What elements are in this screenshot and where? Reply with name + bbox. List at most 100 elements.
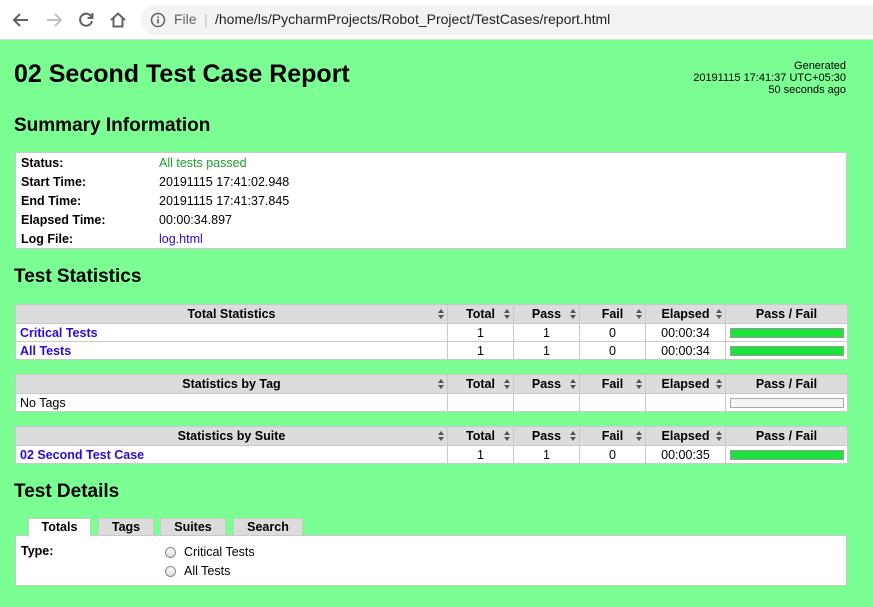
url-separator: | xyxy=(204,11,208,27)
generated-label: Generated xyxy=(794,60,846,72)
pass-fail-cell xyxy=(725,323,848,342)
column-label: Elapsed xyxy=(661,377,710,391)
sort-icon xyxy=(716,379,722,389)
column-label: Pass / Fail xyxy=(755,307,818,321)
tag-statistics-header[interactable]: Statistics by Tag xyxy=(15,374,448,394)
fail-column-header[interactable]: Fail xyxy=(579,374,646,394)
browser-toolbar: File | /home/ls/PycharmProjects/Robot_Pr… xyxy=(0,0,873,40)
arrow-left-icon xyxy=(12,13,28,27)
end-time-label: End Time: xyxy=(21,194,82,208)
info-icon[interactable] xyxy=(150,12,166,28)
table-row: All Tests 1 1 0 00:00:34 xyxy=(15,341,848,360)
fail-cell xyxy=(579,393,646,412)
all-tests-link[interactable]: All Tests xyxy=(20,344,71,358)
column-label: Elapsed xyxy=(661,429,710,443)
sort-icon xyxy=(570,431,576,441)
pass-fail-cell xyxy=(725,393,848,412)
generated-info: Generated 20191115 17:41:37 UTC+05:30 50… xyxy=(693,60,846,96)
column-label: Statistics by Suite xyxy=(177,429,286,443)
column-label: Fail xyxy=(601,429,624,443)
column-label: Fail xyxy=(601,307,624,321)
log-file-label: Log File: xyxy=(21,232,74,246)
all-tests-option[interactable]: All Tests xyxy=(165,564,230,578)
column-label: Elapsed xyxy=(661,307,710,321)
type-label: Type: xyxy=(21,544,54,558)
elapsed-column-header[interactable]: Elapsed xyxy=(645,304,726,324)
generated-ago: 50 seconds ago xyxy=(768,84,846,96)
elapsed-cell: 00:00:35 xyxy=(645,445,726,464)
elapsed-cell: 00:00:34 xyxy=(645,323,726,342)
column-label: Total xyxy=(466,307,495,321)
table-row: Critical Tests 1 1 0 00:00:34 xyxy=(15,323,848,342)
column-label: Pass xyxy=(531,377,562,391)
all-tests-radio[interactable] xyxy=(165,565,176,577)
total-cell: 1 xyxy=(447,323,514,342)
stat-name-cell: Critical Tests xyxy=(15,323,448,342)
end-time-value: 20191115 17:41:37.845 xyxy=(159,194,290,208)
fail-column-header[interactable]: Fail xyxy=(579,426,646,446)
pass-bar-fill xyxy=(730,450,843,459)
forward-button[interactable] xyxy=(42,8,66,32)
elapsed-column-header[interactable]: Elapsed xyxy=(645,374,726,394)
url-text[interactable]: /home/ls/PycharmProjects/Robot_Project/T… xyxy=(215,11,610,27)
tab-suites[interactable]: Suites xyxy=(160,518,226,536)
back-button[interactable] xyxy=(9,8,33,32)
pass-column-header[interactable]: Pass xyxy=(513,374,580,394)
total-statistics-table: Total Statistics Total Pass Fail Elapsed… xyxy=(15,304,848,360)
sort-icon xyxy=(570,379,576,389)
pass-cell: 1 xyxy=(513,341,580,360)
critical-tests-radio[interactable] xyxy=(165,546,176,558)
address-bar[interactable]: File | /home/ls/PycharmProjects/Robot_Pr… xyxy=(141,5,873,35)
sort-icon xyxy=(716,431,722,441)
total-column-header[interactable]: Total xyxy=(447,374,514,394)
sort-icon xyxy=(636,309,642,319)
url-scheme-label: File xyxy=(174,11,197,27)
critical-tests-link[interactable]: Critical Tests xyxy=(20,326,98,340)
column-label: Pass / Fail xyxy=(755,377,818,391)
total-cell xyxy=(447,393,514,412)
fail-column-header[interactable]: Fail xyxy=(579,304,646,324)
stat-name-cell: 02 Second Test Case xyxy=(15,445,448,464)
suite-statistics-header[interactable]: Statistics by Suite xyxy=(15,426,448,446)
elapsed-cell xyxy=(645,393,726,412)
suite-link[interactable]: 02 Second Test Case xyxy=(20,448,144,462)
home-icon xyxy=(110,12,126,28)
pass-fail-cell xyxy=(725,445,848,464)
elapsed-column-header[interactable]: Elapsed xyxy=(645,426,726,446)
total-column-header[interactable]: Total xyxy=(447,426,514,446)
column-label: Pass xyxy=(531,429,562,443)
pass-fail-bar xyxy=(729,327,844,338)
table-header-row: Statistics by Suite Total Pass Fail Elap… xyxy=(15,426,848,446)
home-button[interactable] xyxy=(106,8,130,32)
pass-column-header[interactable]: Pass xyxy=(513,426,580,446)
tag-statistics-table: Statistics by Tag Total Pass Fail Elapse… xyxy=(15,374,848,412)
pass-column-header[interactable]: Pass xyxy=(513,304,580,324)
tab-search[interactable]: Search xyxy=(233,518,303,536)
total-column-header[interactable]: Total xyxy=(447,304,514,324)
total-cell: 1 xyxy=(447,445,514,464)
empty-pass-fail-bar xyxy=(729,397,844,408)
details-heading: Test Details xyxy=(14,481,120,502)
sort-icon xyxy=(438,379,444,389)
generated-time: 20191115 17:41:37 UTC+05:30 xyxy=(693,72,846,84)
fail-cell: 0 xyxy=(579,323,646,342)
pass-cell: 1 xyxy=(513,323,580,342)
statistics-heading: Test Statistics xyxy=(14,266,142,287)
column-label: Fail xyxy=(601,377,624,391)
arrow-right-icon xyxy=(47,13,63,27)
no-tags-cell: No Tags xyxy=(15,393,448,412)
pass-bar-fill xyxy=(730,346,843,355)
stat-name-cell: All Tests xyxy=(15,341,448,360)
column-label: Total xyxy=(466,429,495,443)
tab-tags[interactable]: Tags xyxy=(98,518,154,536)
total-statistics-header[interactable]: Total Statistics xyxy=(15,304,448,324)
log-file-link[interactable]: log.html xyxy=(159,232,203,246)
status-value: All tests passed xyxy=(159,156,247,170)
reload-button[interactable] xyxy=(74,8,98,32)
total-cell: 1 xyxy=(447,341,514,360)
table-header-row: Total Statistics Total Pass Fail Elapsed… xyxy=(15,304,848,324)
tab-totals[interactable]: Totals xyxy=(28,518,91,537)
sort-icon xyxy=(636,379,642,389)
critical-tests-option[interactable]: Critical Tests xyxy=(165,545,255,559)
summary-heading: Summary Information xyxy=(14,115,211,136)
